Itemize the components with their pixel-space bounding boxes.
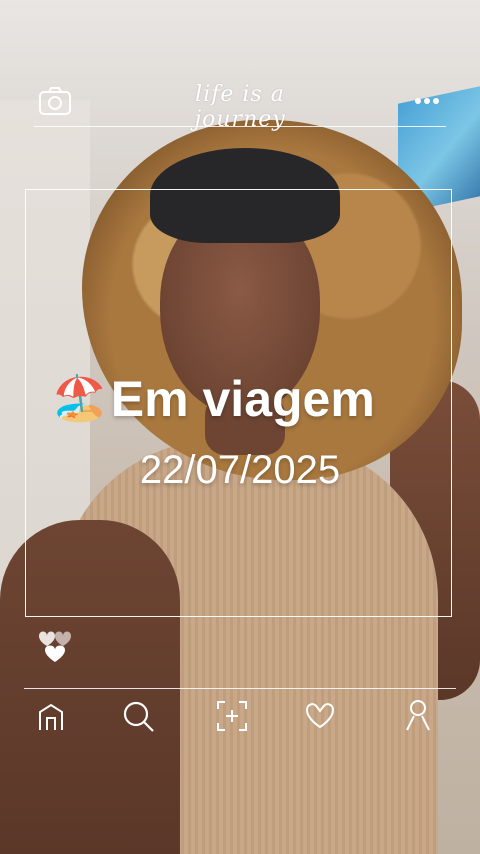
heart-icon[interactable] — [304, 700, 336, 730]
search-icon[interactable] — [122, 700, 156, 734]
status-date: 22/07/2025 — [139, 448, 341, 492]
status-label: 🏖️ Em viagem — [52, 370, 375, 428]
bottom-divider — [24, 688, 456, 689]
home-icon[interactable] — [36, 702, 66, 732]
beach-umbrella-icon: 🏖️ — [52, 374, 107, 423]
tagline: life is a journey — [194, 82, 286, 132]
more-dots-icon[interactable] — [414, 96, 440, 106]
add-square-icon[interactable] — [216, 700, 248, 732]
double-heart-icon[interactable] — [33, 622, 77, 664]
story-screen: life is a journey 🏖️ Em viagem 22/07/202… — [0, 0, 480, 854]
profile-icon[interactable] — [404, 698, 432, 732]
status-text: Em viagem — [110, 371, 375, 427]
camera-icon[interactable] — [38, 86, 72, 116]
top-divider — [34, 126, 446, 127]
